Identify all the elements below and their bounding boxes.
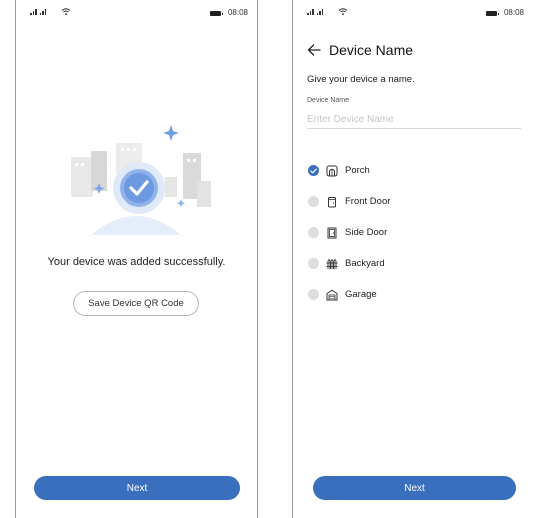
device-added-illustration-icon bbox=[71, 125, 211, 235]
battery-icon bbox=[486, 11, 499, 16]
device-name-input[interactable] bbox=[307, 110, 521, 129]
option-garage[interactable]: Garage bbox=[308, 279, 390, 310]
option-side-door[interactable]: Side Door bbox=[308, 217, 390, 248]
device-location-options: Porch Front Door Side Door Backyard Gara… bbox=[308, 155, 390, 310]
cellular-signal-icon bbox=[30, 9, 46, 15]
front-door-icon bbox=[328, 196, 336, 207]
battery-icon bbox=[210, 11, 223, 16]
garage-icon bbox=[326, 289, 338, 300]
save-qr-code-button[interactable]: Save Device QR Code bbox=[73, 291, 199, 316]
side-door-icon bbox=[327, 227, 337, 238]
option-label: Backyard bbox=[345, 258, 385, 269]
status-time: 08:08 bbox=[503, 8, 524, 17]
success-screen: 08:08 Your device was added successfully… bbox=[15, 0, 258, 518]
page-title: Device Name bbox=[329, 42, 414, 58]
back-arrow-icon[interactable] bbox=[307, 44, 321, 56]
option-backyard[interactable]: Backyard bbox=[308, 248, 390, 279]
radio-unselected-icon[interactable] bbox=[308, 196, 319, 207]
radio-unselected-icon[interactable] bbox=[308, 258, 319, 269]
porch-icon bbox=[326, 165, 338, 176]
screenshot-canvas: 08:08 Your device was added successfully… bbox=[0, 0, 533, 518]
device-name-screen: 08:08 Device Name Give your device a nam… bbox=[292, 0, 533, 518]
option-porch[interactable]: Porch bbox=[308, 155, 390, 186]
device-name-field-label: Device Name bbox=[307, 97, 350, 104]
wifi-icon bbox=[338, 8, 348, 16]
next-button[interactable]: Next bbox=[313, 476, 516, 500]
option-label: Porch bbox=[345, 165, 370, 176]
option-label: Side Door bbox=[345, 227, 388, 238]
status-bar: 08:08 bbox=[293, 6, 533, 22]
success-message: Your device was added successfully. bbox=[47, 256, 226, 268]
wifi-icon bbox=[61, 8, 71, 16]
cellular-signal-icon bbox=[307, 9, 323, 15]
option-front-door[interactable]: Front Door bbox=[308, 186, 390, 217]
backyard-fence-icon bbox=[326, 258, 338, 269]
radio-unselected-icon[interactable] bbox=[308, 227, 319, 238]
name-prompt: Give your device a name. bbox=[307, 74, 415, 85]
option-label: Garage bbox=[345, 289, 377, 300]
option-label: Front Door bbox=[345, 196, 391, 207]
status-time: 08:08 bbox=[227, 8, 248, 17]
status-bar: 08:08 bbox=[16, 6, 257, 22]
radio-unselected-icon[interactable] bbox=[308, 289, 319, 300]
radio-selected-icon[interactable] bbox=[308, 165, 319, 176]
screen-header: Device Name bbox=[307, 41, 413, 59]
next-button[interactable]: Next bbox=[34, 476, 240, 500]
